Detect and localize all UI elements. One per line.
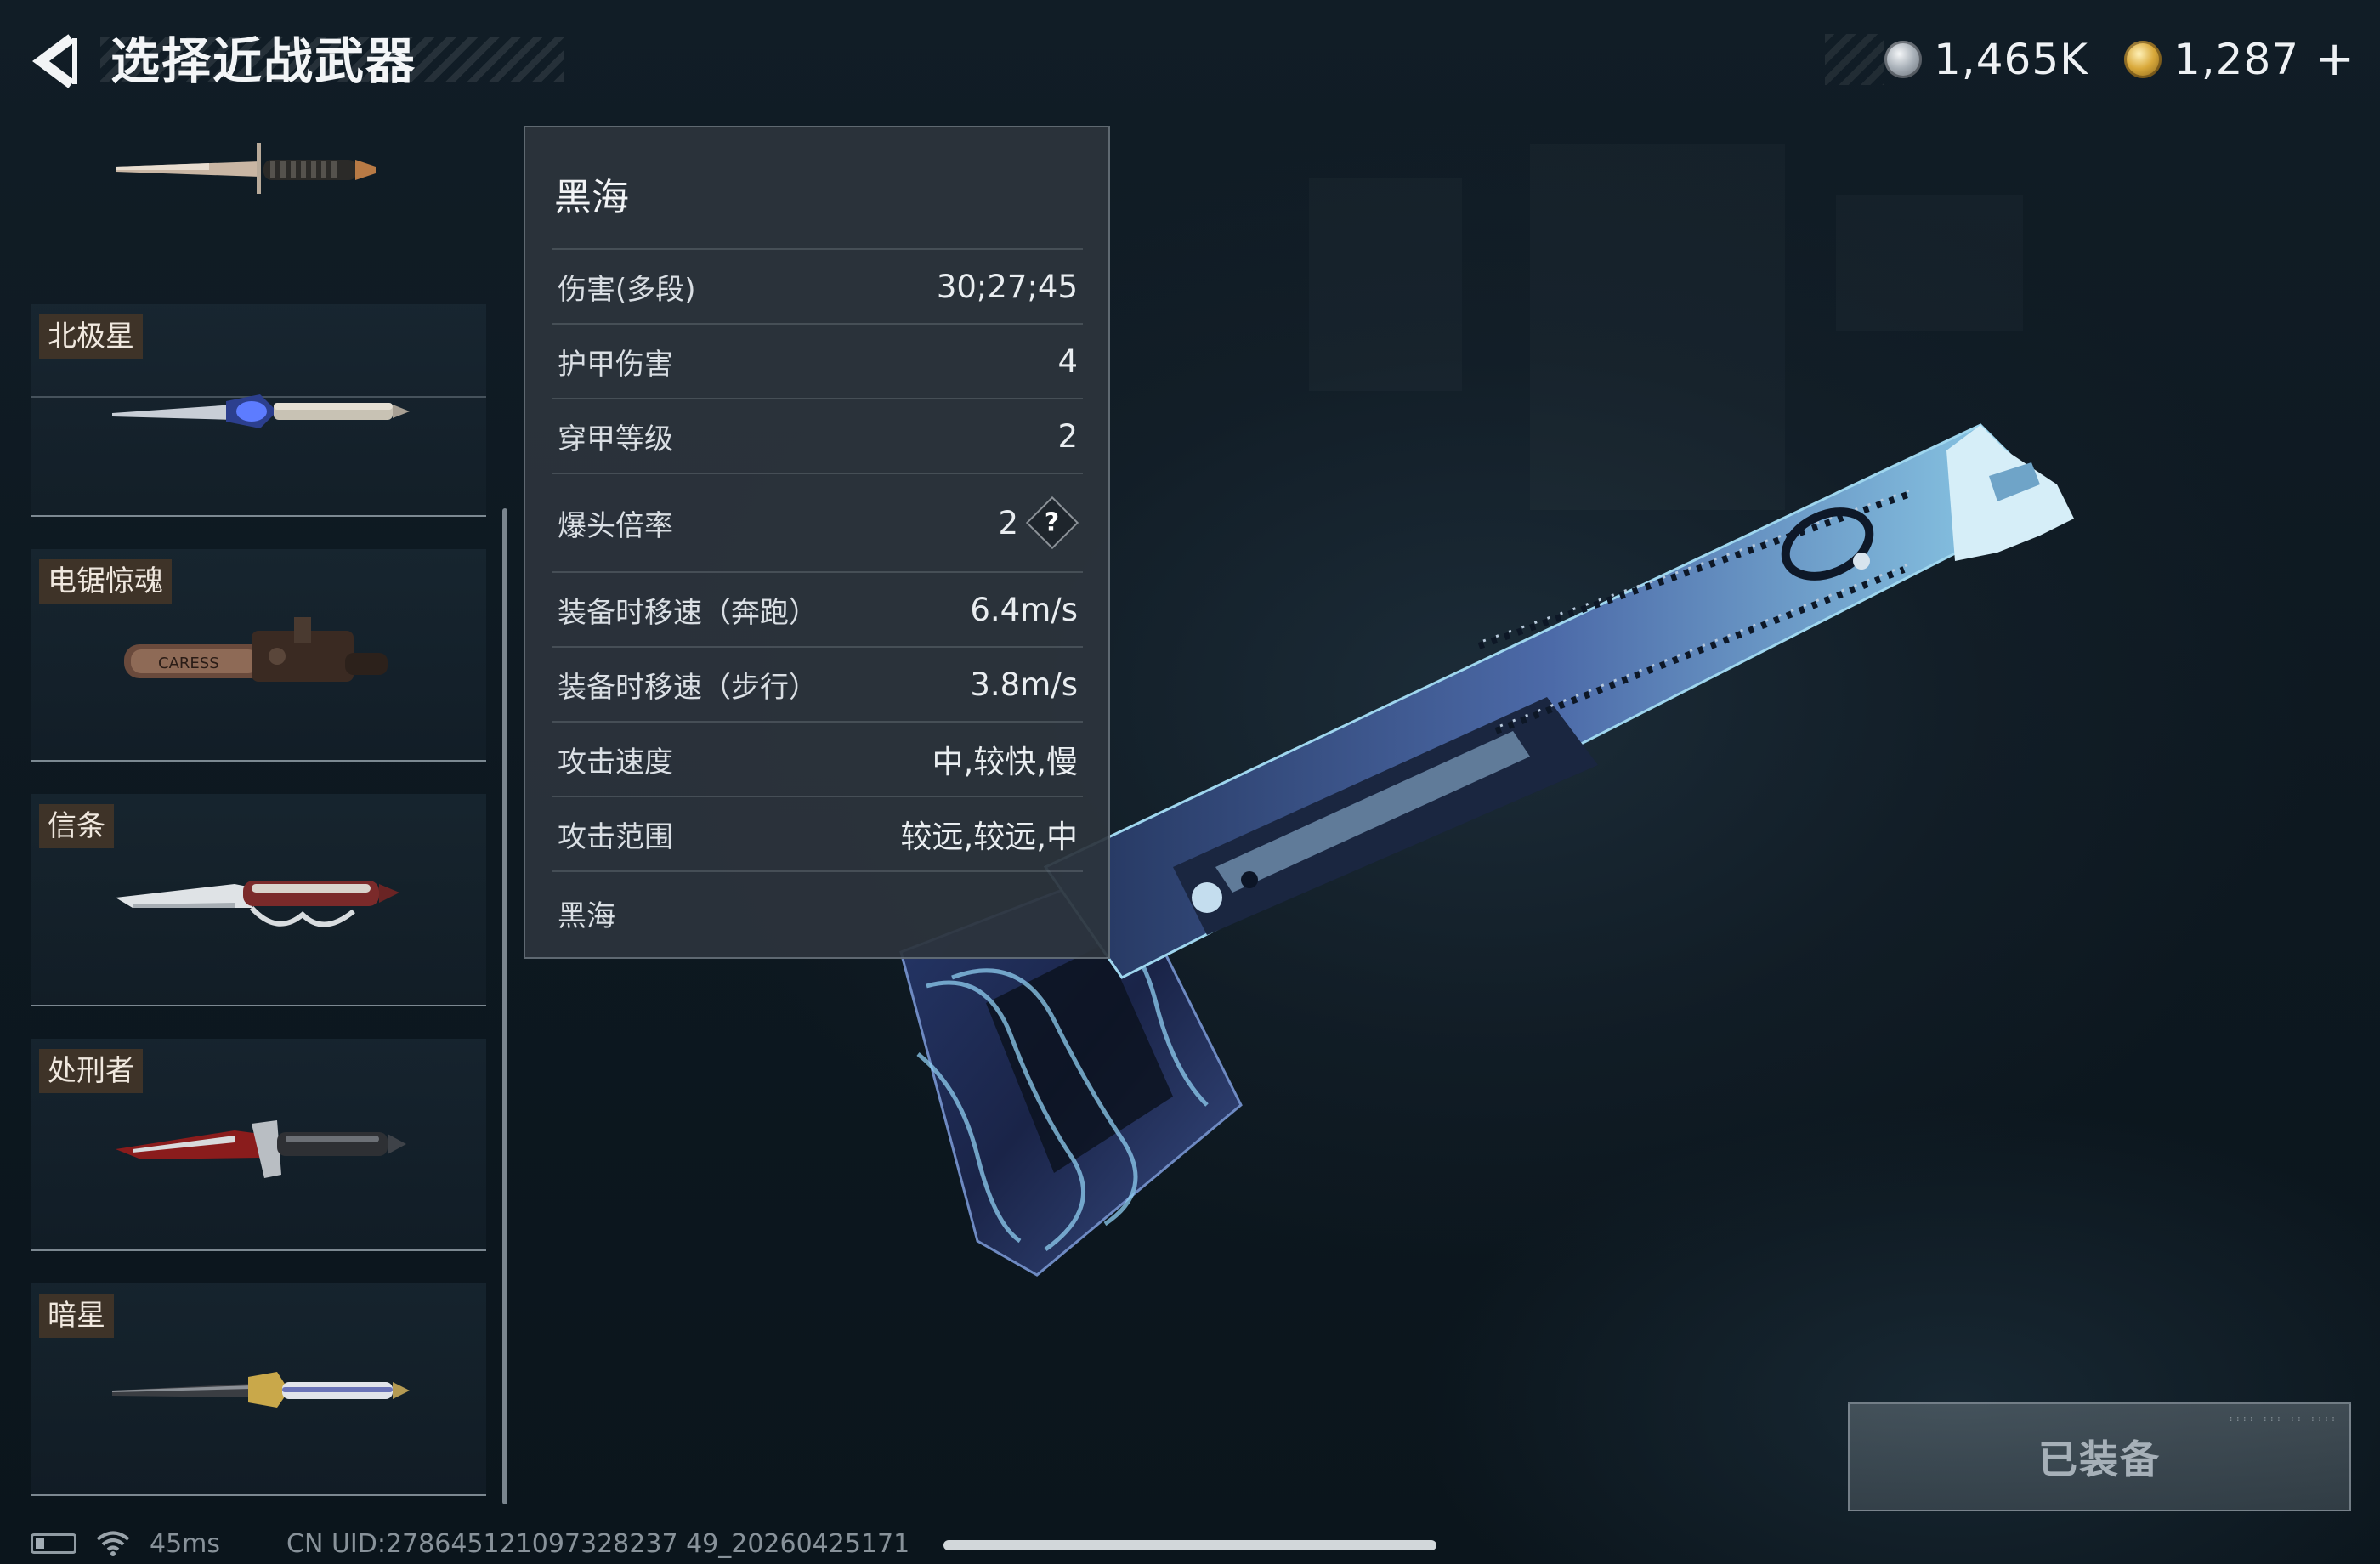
stat-value: 4	[1057, 343, 1078, 380]
stat-value-text: 3.8m/s	[970, 666, 1078, 703]
equipped-button[interactable]: :::: ::: :: :::: 已装备	[1848, 1402, 2351, 1511]
stat-row-damage: 伤害(多段) 30;27;45	[552, 248, 1083, 323]
stat-row-run-speed: 装备时移速（奔跑） 6.4m/s	[552, 571, 1083, 646]
stat-value-text: 2	[998, 504, 1018, 541]
stat-value-text: 30;27;45	[936, 268, 1078, 305]
stat-value: 3.8m/s	[970, 666, 1078, 703]
weapon-card-creed[interactable]: 信条	[31, 794, 486, 1006]
stat-label: 攻击速度	[558, 745, 673, 779]
stat-label: 护甲伤害	[558, 347, 673, 382]
stat-label: 装备时移速（步行）	[558, 670, 818, 705]
dagger-icon	[116, 143, 376, 194]
combat-knife-icon	[116, 1120, 406, 1178]
weapon-stats-panel: 黑海 伤害(多段) 30;27;45 护甲伤害 4 穿甲等级 2 爆头倍率 2 …	[524, 126, 1110, 959]
stat-row-attack-speed: 攻击速度 中,较快,慢	[552, 721, 1083, 796]
polaris-knife-icon	[112, 394, 410, 428]
help-icon-glyph: ?	[1045, 507, 1060, 538]
stat-value: 较远,较远,中	[900, 811, 1078, 857]
background-shape	[1836, 196, 2023, 332]
stat-value: 2	[1057, 418, 1078, 455]
stat-label: 穿甲等级	[558, 422, 673, 456]
weapon-name-title: 黑海	[554, 176, 629, 219]
silver-coin-icon	[1884, 41, 1922, 78]
stat-row-walk-speed: 装备时移速（步行） 3.8m/s	[552, 646, 1083, 721]
stat-value: 30;27;45	[937, 269, 1078, 305]
stat-label: 攻击范围	[558, 819, 673, 854]
stat-value-text: 6.4m/s	[970, 591, 1078, 628]
gold-coin-icon	[2123, 41, 2162, 78]
stat-label: 装备时移速（奔跑）	[558, 595, 818, 630]
weapon-card-dark-star[interactable]: 暗星	[31, 1284, 486, 1496]
weapon-name-tag: 北极星	[39, 314, 143, 359]
gold-currency-value: 1,287	[2173, 35, 2300, 84]
stat-row-armor-damage: 护甲伤害 4	[552, 323, 1083, 398]
weapon-list: 北极星 电锯惊魂 CARESS 信条 处刑者 暗星	[31, 126, 486, 1496]
currency-bar: 1,465K 1,287 +	[1825, 34, 2354, 85]
katana-icon	[112, 1372, 410, 1408]
home-indicator[interactable]	[944, 1540, 1436, 1550]
weapon-card-executioner[interactable]: 处刑者	[31, 1039, 486, 1251]
weapon-name-tag: 电锯惊魂	[39, 559, 172, 604]
weapon-name-tag: 暗星	[39, 1294, 114, 1338]
stat-divider	[552, 870, 1083, 872]
stat-row-attack-range: 攻击范围 较远,较远,中	[552, 796, 1083, 870]
weapon-list-scrollbar[interactable]	[502, 508, 507, 1504]
stat-label: 爆头倍率	[558, 508, 673, 543]
stat-row-penetration: 穿甲等级 2	[552, 398, 1083, 473]
weapon-card-polaris[interactable]: 北极星	[31, 304, 486, 517]
serrated-knife-icon	[116, 881, 400, 927]
weapon-card-chainsaw[interactable]: 电锯惊魂 CARESS	[31, 549, 486, 762]
stat-value-text: 较远,较远,中	[900, 819, 1078, 855]
stat-value: 2 ?	[998, 496, 1080, 550]
stat-value: 中,较快,慢	[932, 736, 1078, 782]
stat-value-text: 中,较快,慢	[932, 744, 1078, 780]
stat-label: 伤害(多段)	[558, 272, 696, 307]
user-id: CN UID:278645121097328237 49_20260425171	[286, 1528, 910, 1559]
background-shape	[1309, 178, 1462, 391]
add-currency-button[interactable]: +	[2315, 36, 2354, 83]
status-bar: 45ms CN UID:278645121097328237 49_202604…	[31, 1527, 910, 1561]
weapon-name-tag: 处刑者	[39, 1049, 143, 1093]
wifi-icon	[96, 1531, 130, 1556]
silver-currency-value: 1,465K	[1934, 35, 2088, 84]
battery-icon	[31, 1533, 76, 1554]
weapon-name-tag: 信条	[39, 804, 114, 848]
equip-button-label: 已装备	[2038, 1436, 2161, 1482]
help-icon[interactable]: ?	[1025, 496, 1080, 550]
ping-value: 45ms	[150, 1528, 221, 1559]
weapon-skin-name: 黑海	[558, 899, 615, 933]
stat-row-headshot: 爆头倍率 2 ?	[552, 473, 1083, 571]
stat-value-text: 4	[1057, 343, 1078, 380]
stat-value: 6.4m/s	[970, 592, 1078, 628]
chainsaw-icon: CARESS	[124, 617, 388, 682]
button-decoration: :::: ::: :: ::::	[2228, 1414, 2338, 1424]
stat-value-text: 2	[1057, 417, 1078, 455]
svg-text:CARESS: CARESS	[158, 654, 219, 672]
